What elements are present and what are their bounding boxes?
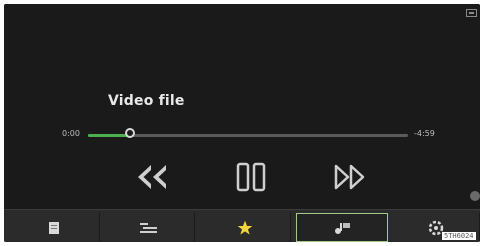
media-title: Video file [108, 93, 185, 109]
window-mode-icon[interactable] [466, 9, 477, 17]
media-screen: Video file 0:00 -4:59 [4, 4, 480, 242]
progress-track[interactable] [88, 134, 408, 137]
scroll-indicator-icon [470, 191, 480, 201]
pause-button[interactable] [236, 162, 266, 192]
tab-favorites[interactable] [199, 213, 291, 242]
fast-forward-icon [334, 164, 365, 190]
bottom-tab-bar [4, 209, 480, 242]
remaining-time: -4:59 [414, 129, 435, 138]
tab-media-source[interactable] [296, 213, 388, 242]
tab-document[interactable] [8, 213, 100, 242]
document-icon [48, 221, 59, 234]
elapsed-time: 0:00 [62, 129, 80, 138]
progress-fill [88, 134, 130, 137]
tab-list[interactable] [103, 213, 195, 242]
star-icon [237, 220, 252, 235]
player-area: Video file 0:00 -4:59 [4, 4, 480, 209]
pause-icon [236, 162, 266, 192]
fast-forward-button[interactable] [333, 162, 367, 192]
progress-handle[interactable] [124, 128, 135, 138]
list-icon [139, 222, 157, 233]
rewind-button[interactable] [135, 162, 169, 192]
image-reference-code: 5TH6024 [442, 232, 476, 240]
rewind-icon [138, 165, 166, 189]
music-source-icon [335, 222, 350, 234]
